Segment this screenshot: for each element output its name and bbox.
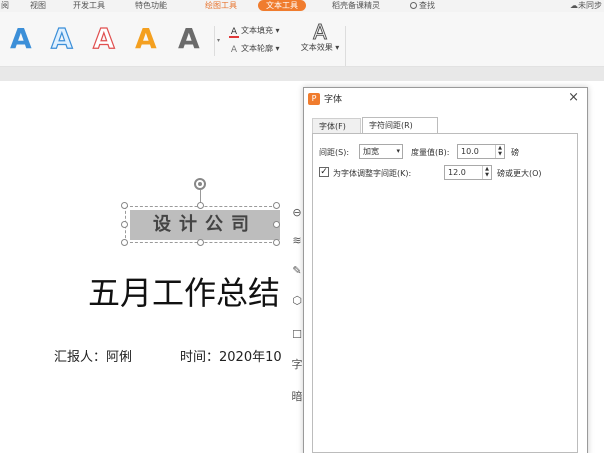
style-gallery-expand[interactable]: ▾	[214, 26, 222, 56]
gallery-more-icon: ▾	[216, 37, 220, 44]
text-outline-button[interactable]: A 文本轮廓 ▾	[229, 43, 280, 55]
resize-handle-top[interactable]	[197, 202, 204, 209]
resize-handle-top-left[interactable]	[121, 202, 128, 209]
font-dialog: P 字体 × 字体(F) 字符间距(R) 间距(S): 加宽 ▾ 度量值(B):…	[303, 87, 588, 453]
degree-input[interactable]: 10.0 ▲ ▼	[457, 144, 505, 159]
tab-view[interactable]: 视图	[30, 0, 46, 12]
ribbon-tab-bar: 阅 视图 开发工具 特色功能 绘图工具 文本工具 稻壳备课精灵 查找 ☁未同步	[0, 0, 604, 12]
text-style-red-outline[interactable]: A	[92, 23, 115, 54]
time-text[interactable]: 时间：2020年10	[180, 346, 282, 365]
text-effect-icon: A	[313, 20, 328, 44]
slide-title[interactable]: 五月工作总结	[88, 268, 280, 314]
spinner-arrows-icon[interactable]: ▲ ▼	[482, 166, 491, 179]
text-style-blue[interactable]: A	[10, 24, 32, 54]
degree-label: 度量值(B):	[411, 148, 450, 157]
text-outline-icon: A	[230, 45, 238, 55]
tab-review[interactable]: 阅	[1, 0, 9, 12]
cloud-sync-icon: ☁	[570, 1, 578, 10]
reporter-text[interactable]: 汇报人：阿俐	[54, 346, 132, 365]
slide-tabs-strip	[0, 67, 604, 81]
tab-developer-tools[interactable]: 开发工具	[73, 0, 105, 12]
kerning-input[interactable]: 12.0 ▲ ▼	[444, 165, 492, 180]
search-button[interactable]: 查找	[410, 0, 435, 12]
resize-handle-right[interactable]	[273, 221, 280, 228]
spacing-value: 加宽	[363, 147, 379, 156]
resize-handle-left[interactable]	[121, 221, 128, 228]
text-fill-button[interactable]: A 文本填充 ▾	[229, 25, 280, 38]
tab-special-features[interactable]: 特色功能	[135, 0, 167, 12]
close-icon[interactable]: ×	[568, 90, 579, 105]
sync-label: 未同步	[578, 1, 602, 10]
wps-presentation-window: 阅 视图 开发工具 特色功能 绘图工具 文本工具 稻壳备课精灵 查找 ☁未同步 …	[0, 0, 604, 453]
kerning-value: 12.0	[448, 168, 466, 177]
resize-handle-bottom[interactable]	[197, 239, 204, 246]
wps-logo-icon: P	[308, 93, 320, 105]
sync-status[interactable]: ☁未同步	[570, 0, 602, 11]
resize-handle-top-right[interactable]	[273, 202, 280, 209]
text-tools-ribbon: A A A A A ▾ A 文本填充 ▾ A 文本轮廓 ▾ A 文本效果 ▾	[0, 12, 604, 67]
degree-unit: 磅	[511, 148, 519, 157]
text-style-orange[interactable]: A	[135, 24, 157, 54]
search-icon	[410, 2, 417, 9]
resize-handle-bottom-right[interactable]	[273, 239, 280, 246]
spacing-label: 间距(S):	[319, 148, 350, 157]
text-style-gray[interactable]: A	[178, 24, 200, 54]
spacing-row: 间距(S): 加宽 ▾ 度量值(B): 10.0 ▲ ▼ 磅	[319, 144, 575, 160]
dialog-titlebar[interactable]: P 字体 ×	[304, 88, 587, 110]
kerning-row: ✓ 为字体调整字间距(K): 12.0 ▲ ▼ 磅或更大(O)	[319, 165, 579, 181]
tab-character-spacing[interactable]: 字符间距(R)	[362, 117, 438, 134]
ribbon-divider	[345, 26, 346, 66]
rotate-handle[interactable]	[194, 178, 206, 190]
text-fill-icon: A	[229, 27, 239, 38]
spacing-select[interactable]: 加宽 ▾	[359, 144, 403, 159]
chevron-down-icon: ▾	[275, 26, 280, 35]
kerning-checkbox[interactable]: ✓	[319, 167, 329, 177]
chevron-down-icon: ▾	[335, 43, 340, 52]
text-style-blue-outline[interactable]: A	[50, 23, 73, 54]
text-fill-label: 文本填充	[241, 26, 273, 35]
tab-drawing-tools[interactable]: 绘图工具	[205, 0, 237, 12]
text-outline-label: 文本轮廓	[241, 44, 273, 53]
selected-textbox[interactable]: 设计公司	[125, 206, 280, 243]
character-spacing-panel: 间距(S): 加宽 ▾ 度量值(B): 10.0 ▲ ▼ 磅 ✓ 为字体调整字间距…	[312, 133, 578, 453]
textbox-text[interactable]: 设计公司	[130, 210, 280, 240]
tab-font[interactable]: 字体(F)	[312, 118, 361, 134]
kerning-suffix: 磅或更大(O)	[497, 169, 542, 178]
chevron-down-icon: ▾	[396, 147, 400, 155]
tab-docer-lesson[interactable]: 稻壳备课精灵	[332, 0, 380, 12]
text-effect-label: 文本效果	[300, 43, 333, 52]
search-label: 查找	[419, 1, 435, 10]
spinner-arrows-icon[interactable]: ▲ ▼	[495, 145, 504, 158]
chevron-down-icon: ▾	[275, 44, 280, 53]
kerning-label: 为字体调整字间距(K):	[333, 169, 412, 178]
degree-value: 10.0	[461, 147, 479, 156]
resize-handle-bottom-left[interactable]	[121, 239, 128, 246]
dialog-title: 字体	[324, 95, 343, 105]
text-effect-button[interactable]: A 文本效果 ▾	[296, 22, 344, 53]
tab-text-tools[interactable]: 文本工具	[258, 0, 306, 11]
